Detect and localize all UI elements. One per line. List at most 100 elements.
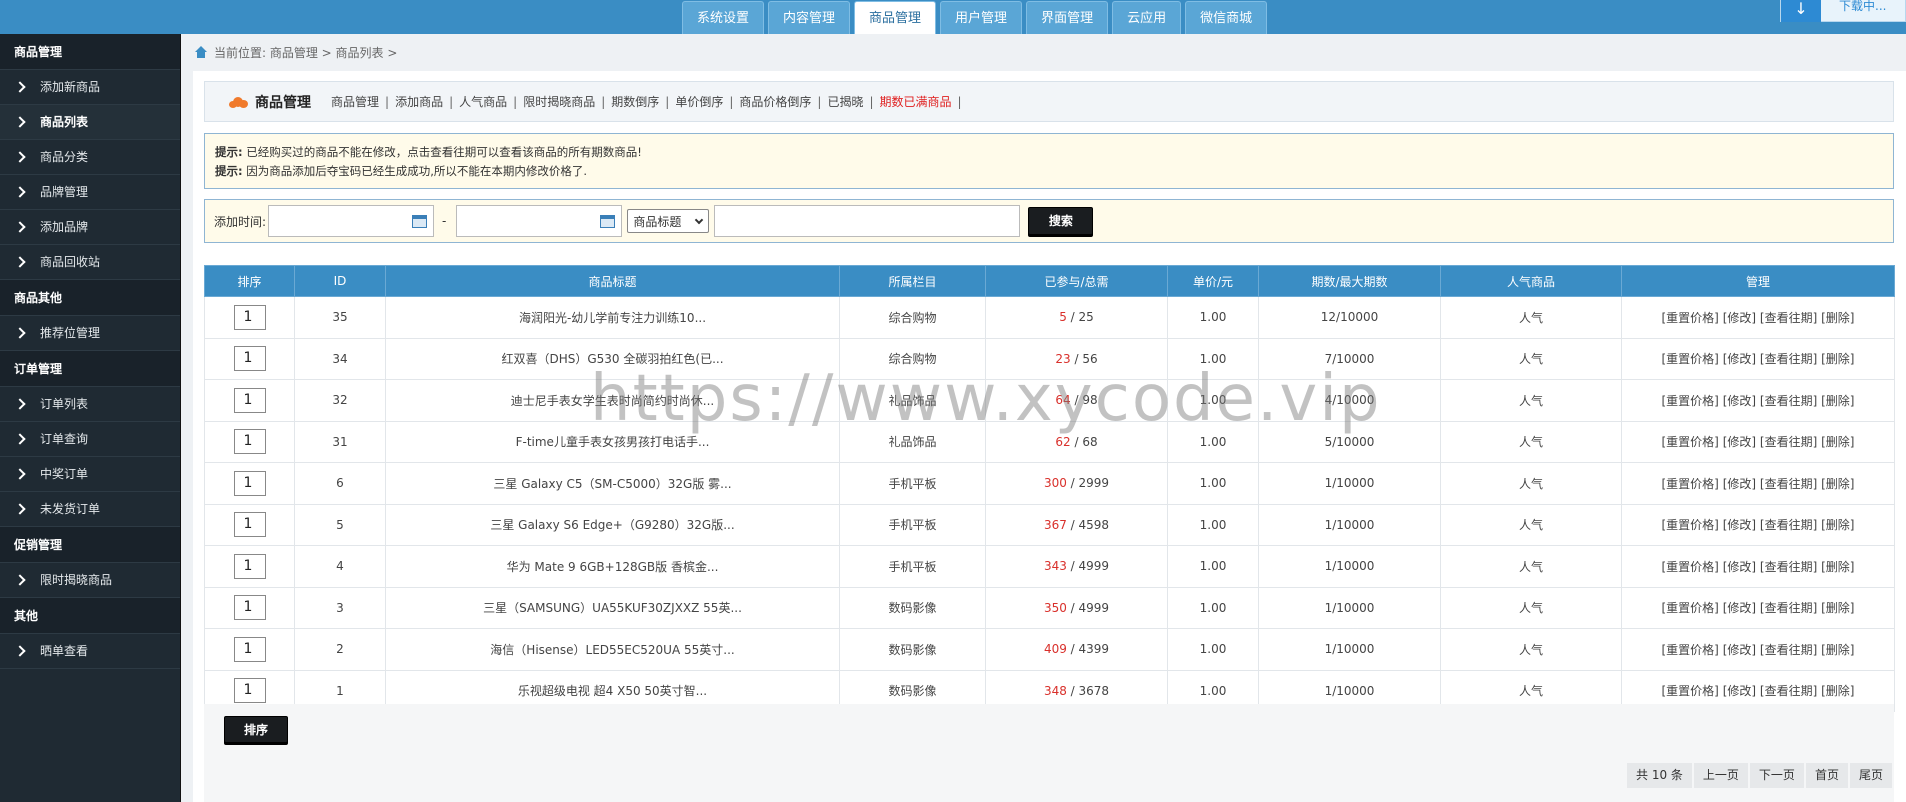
sub-nav-link[interactable]: 已揭晓: [827, 93, 863, 110]
sidebar-item[interactable]: 商品回收站: [0, 245, 180, 280]
sort-order-input[interactable]: 1: [233, 429, 266, 455]
title-cell: F-time儿童手表女孩男孩打电话手...: [385, 420, 840, 463]
tab-3[interactable]: 用户管理: [940, 1, 1023, 34]
edit-link[interactable]: [修改]: [1723, 518, 1756, 532]
sidebar-item[interactable]: 推荐位管理: [0, 316, 180, 351]
tab-2[interactable]: 商品管理: [854, 1, 937, 34]
view-history-link[interactable]: [查看往期]: [1760, 601, 1817, 615]
sidebar-item[interactable]: 中奖订单: [0, 457, 180, 492]
view-history-link[interactable]: [查看往期]: [1760, 477, 1817, 491]
sort-order-input[interactable]: 1: [233, 595, 266, 621]
view-history-link[interactable]: [查看往期]: [1760, 394, 1817, 408]
delete-link[interactable]: [删除]: [1821, 560, 1854, 574]
view-history-link[interactable]: [查看往期]: [1760, 518, 1817, 532]
reset-price-link[interactable]: [重置价格]: [1662, 352, 1719, 366]
pager-prev[interactable]: 上一页: [1693, 763, 1748, 788]
sub-nav-link[interactable]: 商品管理: [331, 93, 379, 110]
reset-price-link[interactable]: [重置价格]: [1662, 643, 1719, 657]
sidebar-item[interactable]: 添加新商品: [0, 70, 180, 105]
sort-order-input[interactable]: 1: [233, 553, 266, 579]
sidebar-item[interactable]: 订单列表: [0, 387, 180, 422]
reset-price-link[interactable]: [重置价格]: [1662, 435, 1719, 449]
pager-last[interactable]: 尾页: [1849, 763, 1892, 788]
actions-cell: [重置价格] [修改] [查看往期] [删除]: [1621, 462, 1895, 505]
delete-link[interactable]: [删除]: [1821, 643, 1854, 657]
date-to-field[interactable]: [456, 205, 623, 237]
delete-link[interactable]: [删除]: [1821, 394, 1854, 408]
sort-order-input[interactable]: 1: [233, 512, 266, 538]
delete-link[interactable]: [删除]: [1821, 601, 1854, 615]
tab-0[interactable]: 系统设置: [682, 1, 765, 34]
reset-price-link[interactable]: [重置价格]: [1662, 394, 1719, 408]
sub-nav-link[interactable]: 商品价格倒序: [739, 93, 811, 110]
sidebar-item[interactable]: 晒单查看: [0, 634, 180, 669]
reset-price-link[interactable]: [重置价格]: [1662, 601, 1719, 615]
delete-link[interactable]: [删除]: [1821, 518, 1854, 532]
edit-link[interactable]: [修改]: [1723, 560, 1756, 574]
sidebar-item[interactable]: 添加品牌: [0, 210, 180, 245]
sub-nav-link[interactable]: 人气商品: [459, 93, 507, 110]
total-count: 25: [1078, 310, 1094, 325]
sort-order-input[interactable]: 1: [233, 387, 266, 413]
sub-nav-link[interactable]: 期数倒序: [611, 93, 659, 110]
delete-link[interactable]: [删除]: [1821, 352, 1854, 366]
view-history-link[interactable]: [查看往期]: [1760, 684, 1817, 698]
download-indicator[interactable]: ↓ 下载中...: [1780, 0, 1906, 22]
sidebar-item[interactable]: 商品分类: [0, 140, 180, 175]
home-icon[interactable]: [194, 46, 208, 58]
reset-price-link[interactable]: [重置价格]: [1662, 311, 1719, 325]
reset-price-link[interactable]: [重置价格]: [1662, 560, 1719, 574]
sidebar-item[interactable]: 未发货订单: [0, 492, 180, 527]
tab-4[interactable]: 界面管理: [1026, 1, 1109, 34]
view-history-link[interactable]: [查看往期]: [1760, 560, 1817, 574]
calendar-icon[interactable]: [600, 215, 616, 228]
tab-6[interactable]: 微信商城: [1185, 1, 1268, 34]
tab-1[interactable]: 内容管理: [768, 1, 851, 34]
delete-link[interactable]: [删除]: [1821, 435, 1854, 449]
sidebar-item[interactable]: 商品列表: [0, 105, 180, 140]
view-history-link[interactable]: [查看往期]: [1760, 435, 1817, 449]
sort-order-input[interactable]: 1: [233, 470, 266, 496]
sub-nav-link[interactable]: 单价倒序: [675, 93, 723, 110]
sub-nav-link[interactable]: 限时揭晓商品: [523, 93, 595, 110]
delete-link[interactable]: [删除]: [1821, 311, 1854, 325]
delete-link[interactable]: [删除]: [1821, 684, 1854, 698]
view-history-link[interactable]: [查看往期]: [1760, 352, 1817, 366]
edit-link[interactable]: [修改]: [1723, 352, 1756, 366]
joined-count: 23: [1055, 351, 1071, 366]
sort-order-input[interactable]: 1: [233, 346, 266, 372]
pager-next[interactable]: 下一页: [1749, 763, 1804, 788]
reset-price-link[interactable]: [重置价格]: [1662, 518, 1719, 532]
sidebar-item[interactable]: 品牌管理: [0, 175, 180, 210]
sidebar-item[interactable]: 订单查询: [0, 422, 180, 457]
edit-link[interactable]: [修改]: [1723, 394, 1756, 408]
sort-button[interactable]: 排序: [224, 716, 288, 743]
sort-order-input[interactable]: 1: [233, 678, 266, 704]
calendar-icon[interactable]: [412, 215, 428, 228]
reset-price-link[interactable]: [重置价格]: [1662, 477, 1719, 491]
pager-first[interactable]: 首页: [1805, 763, 1848, 788]
column-header: 所属栏目: [839, 265, 986, 297]
sort-order-input[interactable]: 1: [233, 636, 266, 662]
search-field-select[interactable]: 商品标题: [627, 209, 710, 233]
sort-order-input[interactable]: 1: [233, 304, 266, 330]
id-cell: 3: [294, 586, 386, 629]
edit-link[interactable]: [修改]: [1723, 643, 1756, 657]
sidebar-item[interactable]: 限时揭晓商品: [0, 563, 180, 598]
delete-link[interactable]: [删除]: [1821, 477, 1854, 491]
edit-link[interactable]: [修改]: [1723, 601, 1756, 615]
edit-link[interactable]: [修改]: [1723, 311, 1756, 325]
title-cell: 三星（SAMSUNG）UA55KUF30ZJXXZ 55英...: [385, 586, 840, 629]
reset-price-link[interactable]: [重置价格]: [1662, 684, 1719, 698]
sub-nav-link[interactable]: 添加商品: [395, 93, 443, 110]
edit-link[interactable]: [修改]: [1723, 684, 1756, 698]
tab-5[interactable]: 云应用: [1112, 1, 1182, 34]
search-button[interactable]: 搜索: [1028, 207, 1094, 235]
edit-link[interactable]: [修改]: [1723, 435, 1756, 449]
sub-nav-link[interactable]: 期数已满商品: [880, 93, 952, 110]
view-history-link[interactable]: [查看往期]: [1760, 643, 1817, 657]
view-history-link[interactable]: [查看往期]: [1760, 311, 1817, 325]
date-from-field[interactable]: [268, 205, 435, 237]
keyword-input[interactable]: [714, 205, 1021, 237]
edit-link[interactable]: [修改]: [1723, 477, 1756, 491]
